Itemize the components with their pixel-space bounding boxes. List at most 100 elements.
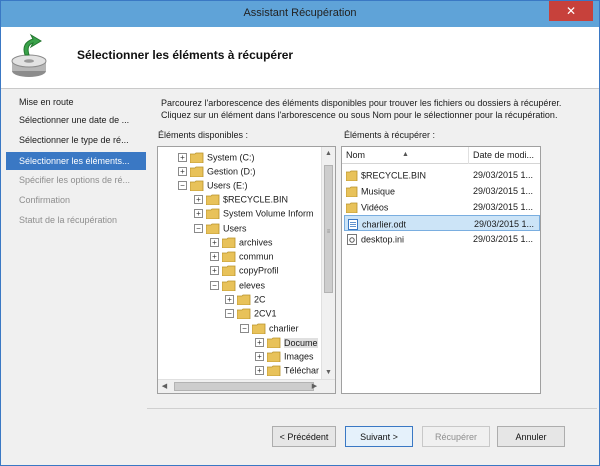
nav-step-getting-started[interactable]: Mise en route [6,93,146,111]
folder-icon [206,194,220,206]
wizard-steps-nav: Mise en route Sélectionner une date de .… [1,89,147,461]
folder-icon [206,223,220,235]
tree-node-label: 2CV1 [254,308,277,319]
expand-icon[interactable]: + [225,295,234,305]
expand-icon[interactable]: + [255,366,264,376]
list-item-date: 29/03/2015 1... [473,234,534,244]
collapse-icon[interactable]: − [178,181,187,191]
list-item[interactable]: $RECYCLE.BIN 29/03/2015 1... [344,167,540,183]
folder-icon [346,202,358,214]
list-item-name: Vidéos [361,202,389,213]
folder-icon [222,237,236,249]
tree-node[interactable]: − Users (E:) [178,178,248,192]
tree-node[interactable]: − Users [194,221,247,235]
scroll-up-icon[interactable]: ▲ [322,147,335,160]
next-button[interactable]: Suivant > [345,426,413,447]
folder-icon [222,280,236,292]
scrollbar-thumb[interactable] [174,382,314,391]
settings-file-icon [347,234,357,246]
scroll-right-icon[interactable]: ▶ [308,380,321,393]
list-item[interactable]: desktop.ini 29/03/2015 1... [344,231,540,247]
tree-node-label: System (C:) [207,152,255,163]
tree-node-label: Users [223,223,247,234]
list-item[interactable]: Vidéos 29/03/2015 1... [344,199,540,215]
tree-node-label: System Volume Inform [223,208,314,219]
tree-node[interactable]: + commun [210,249,274,263]
nav-step-select-items[interactable]: Sélectionner les éléments... [6,152,146,170]
tree-node[interactable]: − 2CV1 [225,306,277,320]
folder-icon [190,180,204,192]
items-to-recover-list[interactable]: Nom ▲ Date de modi... $RECYCLE.BIN 29/03… [341,146,541,394]
list-item-selected[interactable]: charlier.odt 29/03/2015 1... [344,215,540,231]
collapse-icon[interactable]: − [210,281,219,291]
instructions-line-1: Parcourez l'arborescence des éléments di… [161,98,562,108]
available-items-tree[interactable]: + System (C:) + Gestion (D:) − Users (E:) +… [157,146,336,394]
list-item-date: 29/03/2015 1... [473,202,534,212]
expand-icon[interactable]: + [194,195,203,205]
sort-ascending-icon: ▲ [402,151,409,158]
folder-icon [222,265,236,277]
list-item-date: 29/03/2015 1... [474,219,535,229]
nav-step-select-type[interactable]: Sélectionner le type de ré... [6,131,146,149]
folder-icon [222,251,236,263]
list-item-name: desktop.ini [361,234,405,245]
scroll-left-icon[interactable]: ◀ [158,380,171,393]
column-header-name[interactable]: Nom ▲ [342,147,469,164]
expand-icon[interactable]: + [210,252,219,262]
instructions: Parcourez l'arborescence des éléments di… [161,97,593,121]
column-header-date[interactable]: Date de modi... [469,147,540,164]
expand-icon[interactable]: + [194,209,203,219]
previous-button[interactable]: < Précédent [272,426,336,447]
list-item-name: $RECYCLE.BIN [361,170,427,181]
folder-icon [267,351,281,363]
tree-node[interactable]: − charlier [240,321,299,335]
collapse-icon[interactable]: − [240,324,249,334]
tree-node-label: Gestion (D:) [207,166,256,177]
tree-node[interactable]: + Images [255,349,314,363]
expand-icon[interactable]: + [255,352,264,362]
tree-node-label: archives [239,237,273,248]
tree-node[interactable]: + System Volume Inform [194,206,314,220]
tree-node[interactable]: + $RECYCLE.BIN [194,192,288,206]
tree-node[interactable]: + copyProfil [210,263,279,277]
title-bar[interactable]: Assistant Récupération ✕ [1,1,599,27]
nav-step-specify-options: Spécifier les options de ré... [19,175,131,185]
expand-icon[interactable]: + [255,338,264,348]
folder-icon [346,170,358,182]
expand-icon[interactable]: + [210,238,219,248]
tree-horizontal-scrollbar[interactable]: ◀ ▶ [158,379,335,393]
tree-node[interactable]: + Gestion (D:) [178,164,256,178]
expand-icon[interactable]: + [210,266,219,276]
tree-node[interactable]: +2C [225,292,266,306]
cancel-button[interactable]: Annuler [497,426,565,447]
collapse-icon[interactable]: − [194,224,203,234]
scroll-down-icon[interactable]: ▼ [322,366,335,379]
tree-node[interactable]: − eleves [210,278,265,292]
folder-icon [190,166,204,178]
tree-node-label: Users (E:) [207,180,248,191]
tree-node-label: 2C [254,294,266,305]
wizard-header: Sélectionner les éléments à récupérer [1,27,599,89]
folder-icon [206,208,220,220]
tree-node[interactable]: + archives [210,235,273,249]
page-title: Sélectionner les éléments à récupérer [77,48,294,62]
folder-icon [190,152,204,164]
list-item-name: charlier.odt [362,219,407,230]
expand-icon[interactable]: + [178,167,187,177]
tree-node[interactable]: + System (C:) [178,150,255,164]
folder-icon [267,365,281,377]
list-item[interactable]: Musique 29/03/2015 1... [344,183,540,199]
tree-node-label: Docume [284,337,318,348]
tree-node-selected[interactable]: + Docume [255,335,318,349]
tree-node-label: copyProfil [239,265,279,276]
grip-icon: ≡ [326,229,331,235]
expand-icon[interactable]: + [178,153,187,163]
collapse-icon[interactable]: − [225,309,234,319]
tree-node-label: charlier [269,323,299,334]
nav-step-select-date[interactable]: Sélectionner une date de ... [6,111,146,129]
tree-vertical-scrollbar[interactable]: ▲ ≡ ▼ [321,147,335,379]
tree-node[interactable]: + Téléchar [255,363,319,377]
close-button[interactable]: ✕ [549,1,593,21]
list-item-date: 29/03/2015 1... [473,170,534,180]
items-to-recover-label: Éléments à récupérer : [344,130,436,140]
